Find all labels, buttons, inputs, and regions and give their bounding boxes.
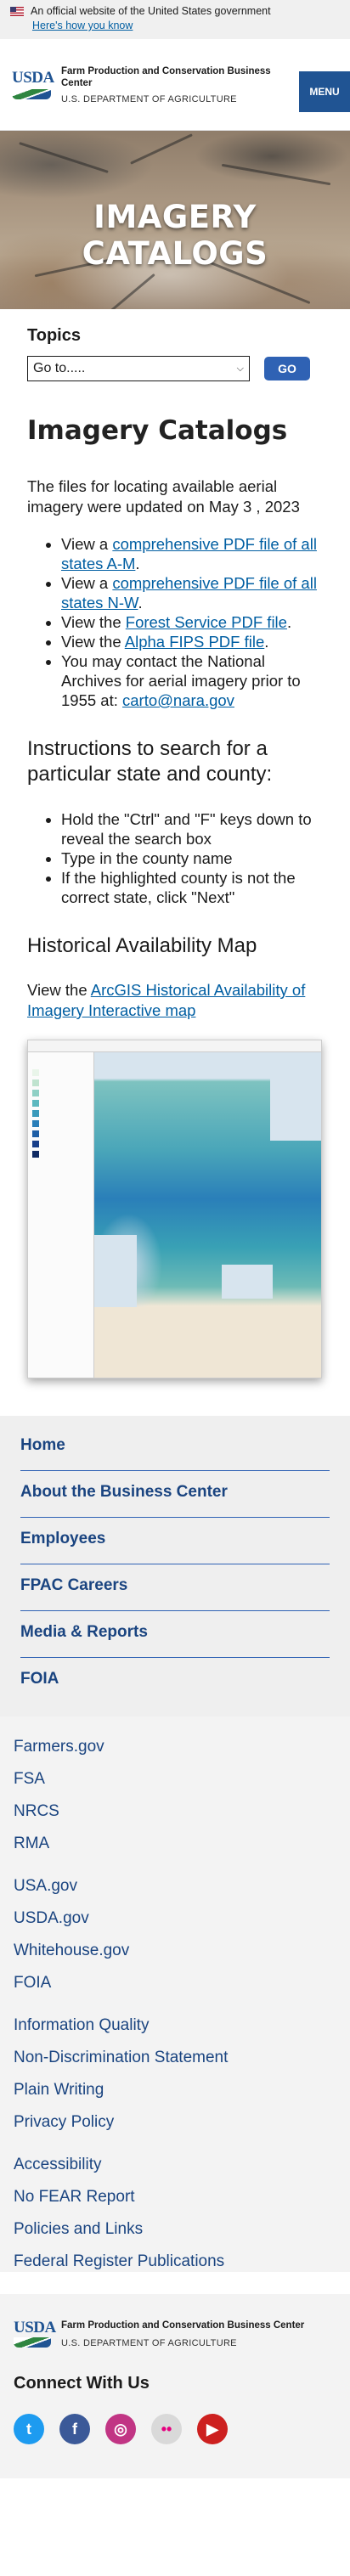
instagram-icon[interactable]: ◎ xyxy=(105,2414,136,2444)
forest-service-pdf-link[interactable]: Forest Service PDF file xyxy=(126,613,287,631)
map-toolbar xyxy=(28,1040,321,1052)
footer-link[interactable]: NRCS xyxy=(14,1801,336,1822)
footer-link[interactable]: Federal Register Publications xyxy=(14,2252,336,2272)
footer-department-name: U.S. DEPARTMENT OF AGRICULTURE xyxy=(61,2338,237,2348)
footer-nav-foia[interactable]: FOIA xyxy=(20,1658,330,1705)
agency-name[interactable]: Farm Production and Conservation Busines… xyxy=(61,65,291,89)
list-item: Type in the county name xyxy=(61,848,323,868)
page-title: Imagery Catalogs xyxy=(27,415,288,446)
heres-how-you-know-link[interactable]: Here's how you know xyxy=(32,20,342,31)
alpha-fips-pdf-link[interactable]: Alpha FIPS PDF file xyxy=(125,633,265,651)
footer-nav-media[interactable]: Media & Reports xyxy=(20,1611,330,1658)
chevron-down-icon: ⌵ xyxy=(236,363,244,374)
intro-text: The files for locating available aerial … xyxy=(27,477,300,516)
footer-links: Farmers.gov FSA NRCS RMA USA.gov USDA.go… xyxy=(0,1716,350,2272)
history-heading: Historical Availability Map xyxy=(27,934,257,957)
map-canvas xyxy=(94,1052,321,1378)
list-item: You may contact the National Archives fo… xyxy=(61,651,323,710)
list-item: View a comprehensive PDF file of all sta… xyxy=(61,573,323,612)
footer-nav-home[interactable]: Home xyxy=(20,1424,330,1471)
instructions-heading: Instructions to search for a particular … xyxy=(27,737,273,786)
site-header: USDA Farm Production and Conservation Bu… xyxy=(0,39,350,131)
instructions-list: Hold the "Ctrl" and "F" keys down to rev… xyxy=(27,809,323,907)
footer-link[interactable]: Accessibility xyxy=(14,2155,336,2175)
flickr-icon[interactable]: •• xyxy=(151,2414,182,2444)
hero-banner: IMAGERY CATALOGS xyxy=(0,131,350,309)
gov-banner: An official website of the United States… xyxy=(0,0,350,39)
list-item: View a comprehensive PDF file of all sta… xyxy=(61,534,323,573)
footer-link[interactable]: Non-Discrimination Statement xyxy=(14,2048,336,2068)
footer-link[interactable]: USA.gov xyxy=(14,1876,336,1897)
footer-nav-careers[interactable]: FPAC Careers xyxy=(20,1564,330,1611)
footer-agency-name: Farm Production and Conservation Busines… xyxy=(61,2320,305,2331)
footer-link[interactable]: FSA xyxy=(14,1769,336,1790)
list-item: Hold the "Ctrl" and "F" keys down to rev… xyxy=(61,809,323,848)
us-flag-icon xyxy=(10,6,24,16)
main-content: Topics Go to..... ⌵ GO Imagery Catalogs … xyxy=(0,326,350,1378)
list-item: If the highlighted county is not the cor… xyxy=(61,868,323,907)
connect-section: Connect With Us t f ◎ •• ▶ xyxy=(0,2374,350,2478)
footer-link[interactable]: Farmers.gov xyxy=(14,1737,336,1757)
topics-label: Topics xyxy=(27,326,81,345)
footer-link[interactable]: Whitehouse.gov xyxy=(14,1941,336,1961)
nara-email-link[interactable]: carto@nara.gov xyxy=(122,691,234,709)
list-item: View the Forest Service PDF file. xyxy=(61,612,323,632)
menu-button[interactable]: MENU xyxy=(299,71,350,112)
usda-logo-swoosh-icon xyxy=(12,88,51,99)
footer-link[interactable]: Privacy Policy xyxy=(14,2112,336,2133)
gov-banner-text: An official website of the United States… xyxy=(31,5,271,17)
list-item: View the Alpha FIPS PDF file. xyxy=(61,632,323,651)
footer-link[interactable]: USDA.gov xyxy=(14,1908,336,1929)
footer-nav-employees[interactable]: Employees xyxy=(20,1518,330,1564)
footer-link[interactable]: FOIA xyxy=(14,1973,336,1993)
department-name: U.S. DEPARTMENT OF AGRICULTURE xyxy=(61,93,237,104)
footer-nav-about[interactable]: About the Business Center xyxy=(20,1471,330,1518)
topics-select-value: Go to..... xyxy=(33,361,86,375)
usda-logo[interactable]: USDA xyxy=(14,2319,56,2348)
usda-logo-swoosh-icon xyxy=(14,2337,51,2348)
catalog-list: View a comprehensive PDF file of all sta… xyxy=(27,534,323,710)
footer-brand: USDA Farm Production and Conservation Bu… xyxy=(0,2294,350,2374)
footer-nav: Home About the Business Center Employees… xyxy=(0,1416,350,1716)
map-legend xyxy=(28,1052,94,1378)
historical-availability-map-image[interactable] xyxy=(27,1040,322,1378)
usda-logo-text: USDA xyxy=(14,2319,56,2336)
connect-heading: Connect With Us xyxy=(14,2374,150,2393)
twitter-icon[interactable]: t xyxy=(14,2414,44,2444)
social-icons: t f ◎ •• ▶ xyxy=(14,2414,336,2444)
hero-title: IMAGERY CATALOGS xyxy=(82,199,268,272)
usda-logo-text: USDA xyxy=(12,68,54,87)
footer-link[interactable]: No FEAR Report xyxy=(14,2187,336,2207)
youtube-icon[interactable]: ▶ xyxy=(197,2414,228,2444)
usda-logo[interactable]: USDA xyxy=(12,68,54,99)
footer-link[interactable]: Information Quality xyxy=(14,2015,336,2036)
go-button[interactable]: GO xyxy=(264,357,310,380)
history-text: View the ArcGIS Historical Availability … xyxy=(27,981,306,1019)
footer-link[interactable]: Policies and Links xyxy=(14,2219,336,2240)
footer-link[interactable]: RMA xyxy=(14,1834,336,1854)
topics-select[interactable]: Go to..... ⌵ xyxy=(27,356,250,381)
footer-link[interactable]: Plain Writing xyxy=(14,2080,336,2100)
facebook-icon[interactable]: f xyxy=(59,2414,90,2444)
